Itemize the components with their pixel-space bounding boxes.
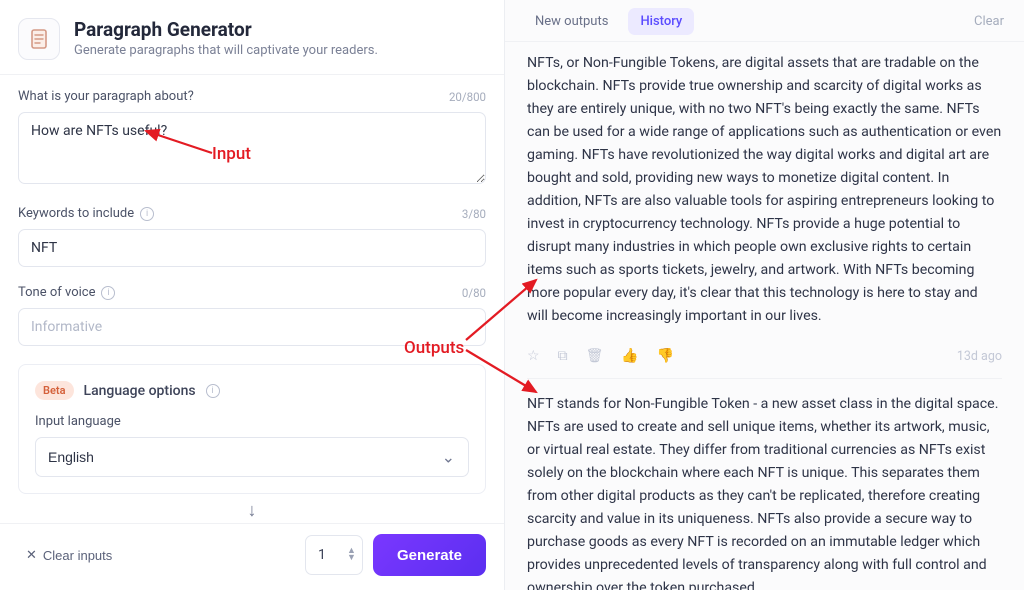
input-language-select[interactable]: English — [35, 437, 469, 477]
output-meta: ☆ ⧉ 🗑 👍 👎 13d ago — [527, 342, 1002, 379]
input-language-label: Input language — [35, 414, 469, 429]
tool-logo — [18, 18, 60, 60]
keywords-count: 3/80 — [462, 207, 486, 221]
keywords-input[interactable] — [18, 229, 486, 267]
footer-bar: ✕ Clear inputs 1 ▲ ▼ Generate — [0, 523, 504, 590]
tone-input[interactable] — [18, 308, 486, 346]
outputs-list[interactable]: NFTs, or Non-Fungible Tokens, are digita… — [505, 42, 1024, 590]
trash-icon[interactable]: 🗑 — [586, 348, 604, 364]
info-icon[interactable]: i — [206, 384, 220, 398]
close-icon: ✕ — [26, 547, 37, 563]
about-label: What is your paragraph about? — [18, 89, 194, 104]
tone-count: 0/80 — [462, 286, 486, 300]
quantity-stepper[interactable]: 1 ▲ ▼ — [305, 535, 363, 575]
generate-button[interactable]: Generate — [373, 534, 486, 576]
output-item[interactable]: NFTs, or Non-Fungible Tokens, are digita… — [527, 52, 1002, 328]
chevron-down-icon[interactable]: ▼ — [347, 555, 356, 562]
thumbs-down-icon[interactable]: 👎 — [657, 348, 674, 364]
left-panel: Paragraph Generator Generate paragraphs … — [0, 0, 505, 590]
tone-label: Tone of voice i — [18, 285, 115, 300]
star-icon[interactable]: ☆ — [527, 348, 540, 364]
output-time: 13d ago — [957, 349, 1002, 364]
info-icon[interactable]: i — [140, 207, 154, 221]
beta-badge: Beta — [35, 381, 74, 400]
keywords-label: Keywords to include i — [18, 206, 154, 221]
tool-header: Paragraph Generator Generate paragraphs … — [0, 0, 504, 75]
scroll-down-icon: ↓ — [18, 494, 486, 523]
outputs-tabs: New outputs History Clear — [505, 0, 1024, 42]
form-area: What is your paragraph about? 20/800 Key… — [0, 75, 504, 523]
output-item[interactable]: NFT stands for Non-Fungible Token - a ne… — [527, 393, 1002, 590]
tab-history[interactable]: History — [628, 8, 694, 35]
right-panel: New outputs History Clear NFTs, or Non-F… — [505, 0, 1024, 590]
tab-new-outputs[interactable]: New outputs — [523, 8, 620, 35]
info-icon[interactable]: i — [101, 286, 115, 300]
options-title: Language options — [84, 383, 196, 399]
about-input[interactable] — [18, 112, 486, 184]
language-options: Beta Language options i Input language E… — [18, 364, 486, 494]
clear-inputs-button[interactable]: ✕ Clear inputs — [18, 541, 120, 569]
document-icon — [27, 27, 51, 51]
about-count: 20/800 — [449, 90, 486, 104]
output-text: NFT stands for Non-Fungible Token - a ne… — [527, 393, 1002, 590]
output-text: NFTs, or Non-Fungible Tokens, are digita… — [527, 52, 1002, 328]
thumbs-up-icon[interactable]: 👍 — [621, 348, 638, 364]
clear-outputs-button[interactable]: Clear — [974, 14, 1004, 29]
tool-title: Paragraph Generator — [74, 18, 378, 41]
copy-icon[interactable]: ⧉ — [558, 348, 568, 364]
tool-subtitle: Generate paragraphs that will captivate … — [74, 43, 378, 58]
